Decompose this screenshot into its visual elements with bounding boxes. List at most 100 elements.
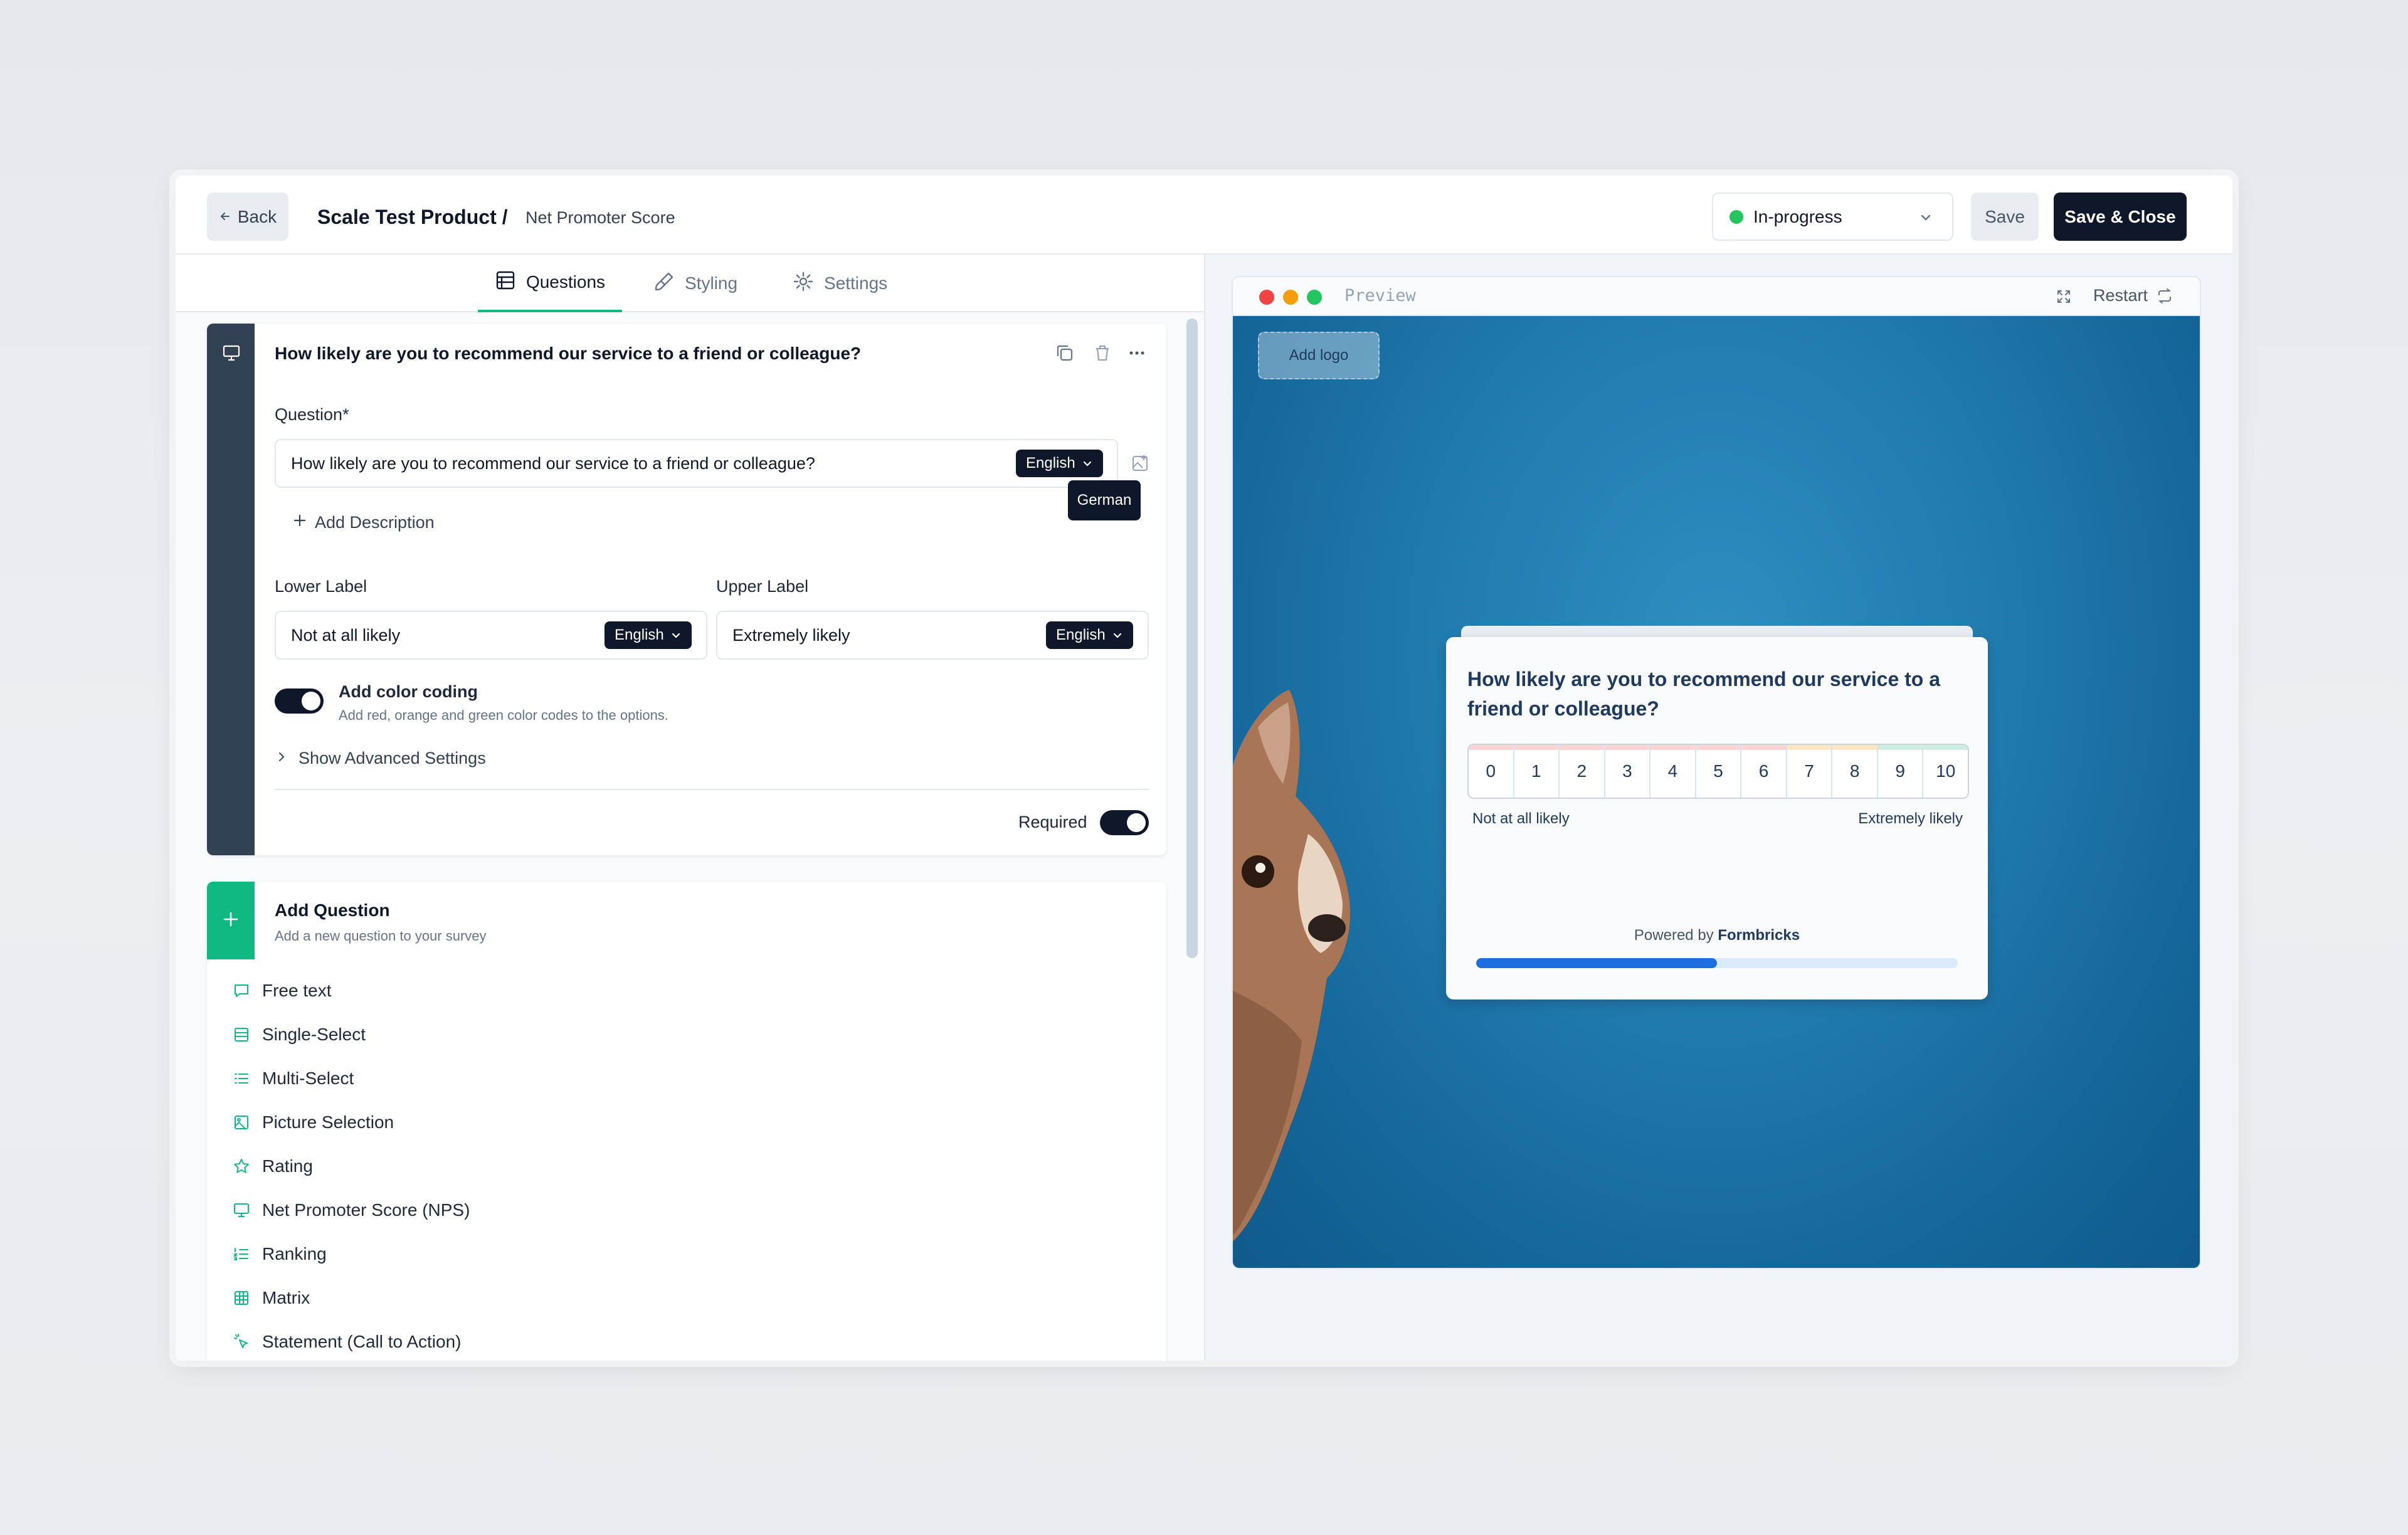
advanced-settings-label: Show Advanced Settings xyxy=(298,749,486,768)
card-drag-handle[interactable] xyxy=(207,324,255,855)
nps-option[interactable]: 4 xyxy=(1650,745,1696,798)
more-horizontal-icon[interactable] xyxy=(1126,342,1148,367)
required-toggle[interactable] xyxy=(1100,810,1149,835)
question-type-rating[interactable]: Rating xyxy=(232,1156,313,1176)
list-ordered-icon xyxy=(233,1248,248,1260)
survey-upper-label: Extremely likely xyxy=(1858,810,1963,827)
add-question-subtitle: Add a new question to your survey xyxy=(275,928,487,944)
question-type-picture-selection[interactable]: Picture Selection xyxy=(232,1112,394,1132)
star-icon xyxy=(234,1159,249,1173)
nps-option[interactable]: 0 xyxy=(1469,745,1514,798)
editor-panel: Questions Styling Settings How likely ar… xyxy=(176,255,1204,1361)
list-icon xyxy=(235,1073,248,1084)
question-input[interactable]: How likely are you to recommend our serv… xyxy=(275,439,1118,488)
tab-styling[interactable]: Styling xyxy=(653,255,737,312)
preview-panel: Preview Restart Add logo How likely are … xyxy=(1204,255,2232,1361)
color-coding-toggle[interactable] xyxy=(275,688,324,714)
nps-option[interactable]: 5 xyxy=(1696,745,1742,798)
image-plus-icon[interactable] xyxy=(1130,453,1151,477)
tab-questions-label: Questions xyxy=(525,272,606,292)
question-title[interactable]: How likely are you to recommend our serv… xyxy=(275,344,861,364)
chevron-down-icon xyxy=(672,633,680,638)
product-title: Scale Test Product / xyxy=(317,206,508,228)
upper-language-select[interactable]: English xyxy=(1046,621,1133,649)
required-label: Required xyxy=(1018,813,1087,831)
plus-icon xyxy=(292,513,307,532)
nps-option[interactable]: 6 xyxy=(1741,745,1787,798)
question-card: How likely are you to recommend our serv… xyxy=(207,324,1166,855)
plus-icon xyxy=(221,909,241,932)
tab-questions[interactable]: Questions xyxy=(478,255,622,312)
question-type-nps[interactable]: Net Promoter Score (NPS) xyxy=(232,1200,470,1220)
tab-settings-label: Settings xyxy=(824,273,888,293)
presentation-icon xyxy=(222,344,241,366)
back-label: Back xyxy=(237,206,277,226)
nps-option[interactable]: 9 xyxy=(1877,745,1924,798)
minimize-dot-icon xyxy=(1283,290,1298,305)
color-coding-description: Add red, orange and green color codes to… xyxy=(339,707,668,723)
divider xyxy=(275,789,1149,790)
presentation-icon xyxy=(234,1203,249,1217)
preview-header: Preview Restart xyxy=(1233,277,2200,316)
nps-option[interactable]: 7 xyxy=(1787,745,1833,798)
survey-question: How likely are you to recommend our serv… xyxy=(1467,668,1941,720)
add-logo-button[interactable]: Add logo xyxy=(1258,332,1380,379)
powered-by: Powered by Formbricks xyxy=(1446,927,1988,944)
survey-name[interactable]: Net Promoter Score xyxy=(525,208,675,228)
nps-option[interactable]: 3 xyxy=(1605,745,1651,798)
progress-fill xyxy=(1476,958,1717,968)
tab-settings[interactable]: Settings xyxy=(793,255,887,312)
dog-image xyxy=(1233,690,1350,1242)
chevron-down-icon xyxy=(1113,633,1121,638)
progress-bar xyxy=(1476,958,1958,968)
copy-icon[interactable] xyxy=(1054,342,1075,367)
chevron-right-icon xyxy=(275,749,288,768)
restart-label: Restart xyxy=(2093,286,2148,305)
editor-window: Back Scale Test Product / Net Promoter S… xyxy=(176,176,2232,1361)
lower-language-select[interactable]: English xyxy=(605,621,692,649)
save-button[interactable]: Save xyxy=(1971,193,2039,241)
nps-option[interactable]: 10 xyxy=(1923,745,1968,798)
question-type-label: Matrix xyxy=(262,1288,310,1307)
trash-icon[interactable] xyxy=(1092,342,1113,367)
scrollbar[interactable] xyxy=(1186,319,1198,958)
status-dot-icon xyxy=(1729,209,1743,224)
question-type-statement[interactable]: Statement (Call to Action) xyxy=(232,1332,461,1352)
restart-button[interactable]: Restart xyxy=(2093,286,2174,305)
rows-icon xyxy=(235,1028,248,1042)
question-type-matrix[interactable]: Matrix xyxy=(232,1288,310,1308)
close-dot-icon xyxy=(1259,290,1274,305)
preview-background: Add logo How likely are you to recommend… xyxy=(1233,316,2200,1268)
add-description-button[interactable]: Add Description xyxy=(292,513,435,532)
question-type-ranking[interactable]: Ranking xyxy=(232,1244,327,1264)
list-icon xyxy=(495,270,516,295)
chevron-down-icon xyxy=(1083,461,1091,467)
expand-icon[interactable] xyxy=(2054,287,2073,309)
upper-language-label: English xyxy=(1056,626,1106,643)
question-type-label: Rating xyxy=(262,1156,313,1176)
question-language-select[interactable]: English xyxy=(1016,450,1103,477)
add-description-label: Add Description xyxy=(315,513,435,532)
status-select[interactable]: In-progress xyxy=(1712,193,1953,241)
advanced-settings-toggle[interactable]: Show Advanced Settings xyxy=(275,749,486,768)
question-type-single-select[interactable]: Single-Select xyxy=(232,1025,366,1045)
maximize-dot-icon xyxy=(1307,290,1322,305)
question-type-multi-select[interactable]: Multi-Select xyxy=(232,1068,354,1089)
save-close-button[interactable]: Save & Close xyxy=(2054,193,2187,241)
gear-icon xyxy=(793,271,814,297)
question-type-free-text[interactable]: Free text xyxy=(232,981,331,1001)
add-question-accent[interactable] xyxy=(207,882,255,959)
question-type-label: Statement (Call to Action) xyxy=(262,1332,462,1351)
back-button[interactable]: Back xyxy=(207,193,288,241)
survey-lower-label: Not at all likely xyxy=(1472,810,1570,827)
language-tooltip: German xyxy=(1068,480,1141,520)
lower-label-title: Lower Label xyxy=(275,577,367,596)
preview-window: Preview Restart Add logo How likely are … xyxy=(1232,276,2201,1269)
upper-label-title: Upper Label xyxy=(716,577,809,596)
powered-by-brand[interactable]: Formbricks xyxy=(1718,927,1800,944)
nps-option[interactable]: 8 xyxy=(1832,745,1878,798)
nps-option[interactable]: 2 xyxy=(1560,745,1605,798)
nps-option[interactable]: 1 xyxy=(1514,745,1560,798)
lower-label-value: Not at all likely xyxy=(291,625,401,645)
status-label: In-progress xyxy=(1753,206,1842,226)
